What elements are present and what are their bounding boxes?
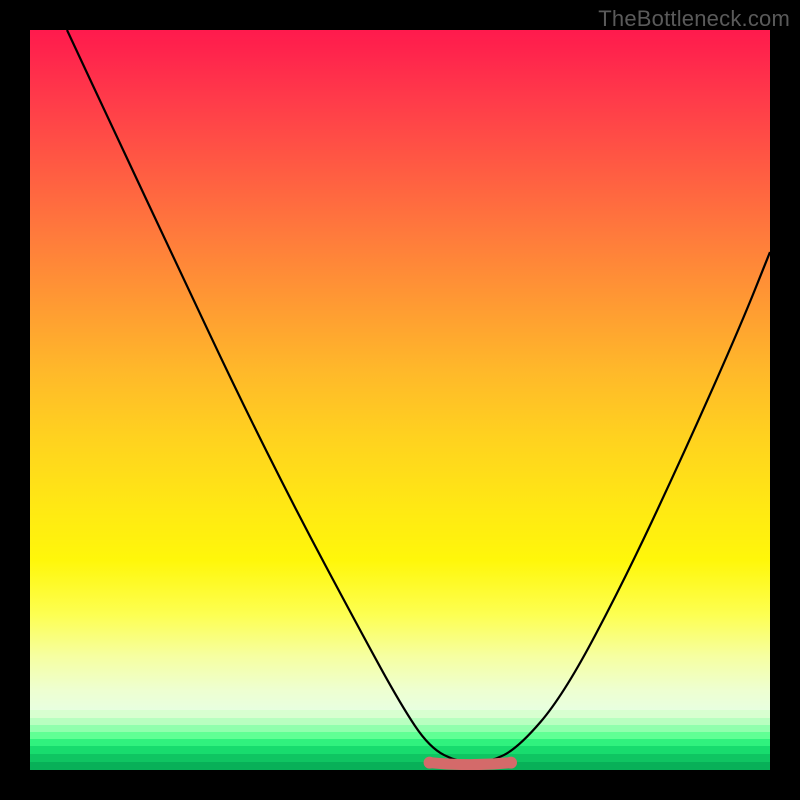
flat-segment-end-dot <box>505 757 517 769</box>
flat-segment-path <box>430 763 511 765</box>
chart-frame: TheBottleneck.com <box>0 0 800 800</box>
curve-svg <box>30 30 770 770</box>
watermark-text: TheBottleneck.com <box>598 6 790 32</box>
bottleneck-curve-path <box>67 30 770 763</box>
flat-segment-start-dot <box>424 757 436 769</box>
plot-area <box>30 30 770 770</box>
